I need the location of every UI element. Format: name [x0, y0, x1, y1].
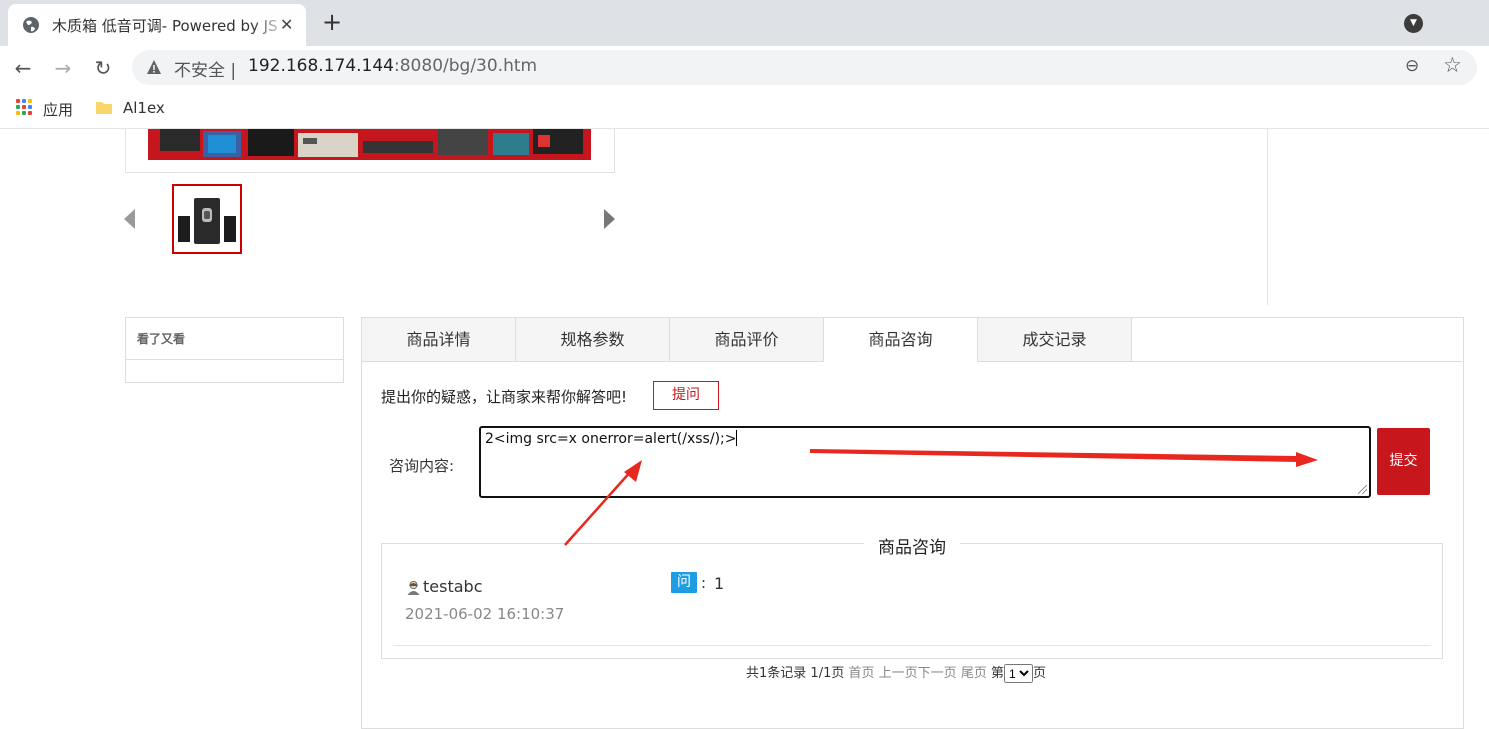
- annotation-arrow: [564, 469, 633, 546]
- annotation-arrowhead: [1296, 452, 1318, 467]
- annotation-arrow: [810, 449, 1300, 462]
- annotation-overlay: [564, 449, 1318, 546]
- annotation-arrowhead: [624, 460, 642, 482]
